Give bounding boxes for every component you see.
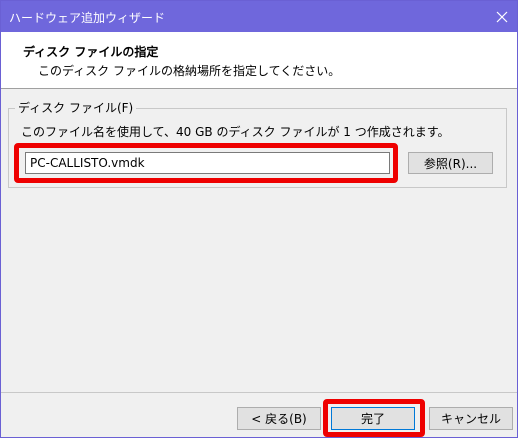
wizard-window: ハードウェア追加ウィザード ディスク ファイルの指定 このディスク ファイルの格… — [0, 0, 518, 438]
finish-button[interactable]: 完了 — [331, 407, 415, 430]
disk-file-group-label: ディスク ファイル(F) — [15, 99, 137, 116]
header-subtitle: このディスク ファイルの格納場所を指定してください。 — [38, 64, 341, 78]
title-bar: ハードウェア追加ウィザード — [1, 1, 517, 32]
footer-separator — [1, 392, 517, 393]
disk-file-description: このファイル名を使用して、40 GB のディスク ファイルが 1 つ作成されます… — [21, 125, 450, 139]
wizard-header: ディスク ファイルの指定 このディスク ファイルの格納場所を指定してください。 — [1, 32, 517, 89]
cancel-button[interactable]: キャンセル — [429, 407, 513, 430]
close-icon — [496, 11, 508, 22]
window-title: ハードウェア追加ウィザード — [9, 11, 166, 25]
back-button[interactable]: < 戻る(B) — [237, 407, 321, 430]
disk-file-path-input[interactable] — [25, 152, 390, 174]
browse-button[interactable]: 参照(R)... — [408, 152, 493, 174]
header-title: ディスク ファイルの指定 — [23, 45, 159, 59]
close-button[interactable] — [487, 1, 517, 32]
